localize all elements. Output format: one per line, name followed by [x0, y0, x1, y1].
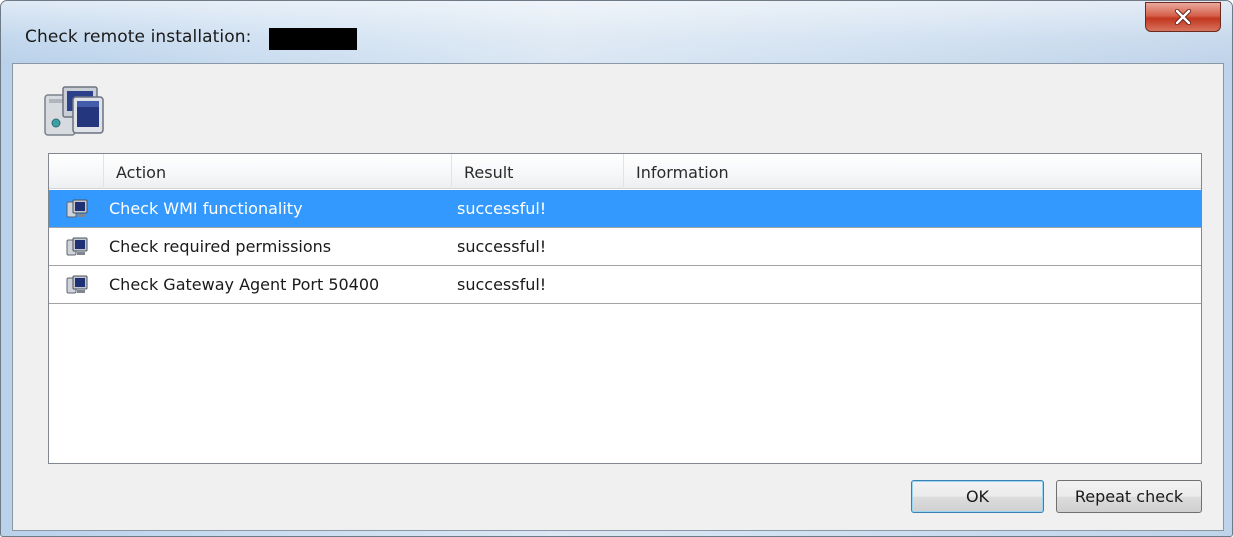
window-title: Check remote installation: — [25, 27, 252, 47]
repeat-check-button[interactable]: Repeat check — [1056, 480, 1202, 513]
dialog-window: Check remote installation: Action Result — [0, 0, 1233, 537]
list-row-wmi[interactable]: Check WMI functionality successful! — [49, 190, 1201, 228]
computer-icon — [66, 199, 88, 218]
row-action: Check Gateway Agent Port 50400 — [109, 275, 380, 294]
computer-icon — [66, 275, 88, 294]
list-header: Action Result Information — [49, 154, 1201, 189]
row-action: Check WMI functionality — [109, 199, 303, 218]
column-header-result[interactable]: Result — [452, 154, 624, 189]
row-result: successful! — [457, 237, 547, 256]
results-list[interactable]: Action Result Information Check WMI func… — [48, 153, 1202, 464]
list-row-permissions[interactable]: Check required permissions successful! — [49, 228, 1201, 266]
column-header-action[interactable]: Action — [104, 154, 452, 189]
computers-icon — [44, 86, 104, 136]
title-bar[interactable]: Check remote installation: — [1, 1, 1232, 63]
row-action: Check required permissions — [109, 237, 332, 256]
row-result: successful! — [457, 275, 547, 294]
column-header-information[interactable]: Information — [624, 154, 1202, 189]
column-header-icon[interactable] — [49, 154, 104, 189]
dialog-client-area: Action Result Information Check WMI func… — [12, 63, 1224, 531]
redacted-hostname — [269, 28, 357, 50]
close-button[interactable] — [1145, 2, 1221, 32]
row-result: successful! — [457, 199, 547, 218]
close-icon — [1174, 9, 1192, 25]
computer-icon — [66, 237, 88, 256]
ok-button[interactable]: OK — [911, 480, 1044, 513]
list-row-gateway-port[interactable]: Check Gateway Agent Port 50400 successfu… — [49, 266, 1201, 304]
